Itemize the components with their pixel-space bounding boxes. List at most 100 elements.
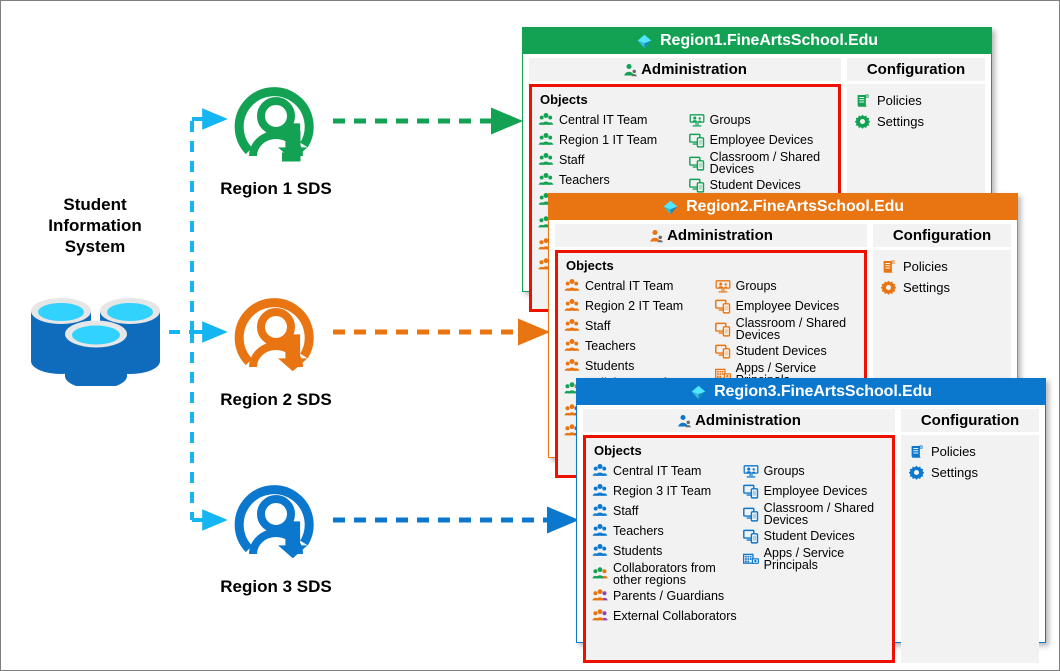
people-group-icon bbox=[538, 112, 554, 128]
object-list-item[interactable]: Central IT Team bbox=[538, 110, 683, 130]
object-list-item[interactable]: Students bbox=[592, 541, 737, 561]
objects-column-left: Central IT Team Region 3 IT Team Staff T… bbox=[592, 461, 737, 626]
object-list-item[interactable]: Student Devices bbox=[742, 526, 886, 546]
gear-icon bbox=[855, 114, 870, 129]
people-group-icon bbox=[564, 318, 580, 334]
sds-node-region-2[interactable]: Region 2 SDS bbox=[176, 284, 376, 410]
object-list-item[interactable]: Staff bbox=[592, 501, 737, 521]
object-list-item[interactable]: Staff bbox=[564, 316, 709, 336]
object-list-item[interactable]: Region 3 IT Team bbox=[592, 481, 737, 501]
administration-header-label: Administration bbox=[641, 61, 747, 78]
object-list-item[interactable]: Central IT Team bbox=[564, 276, 709, 296]
object-list-item[interactable]: Employee Devices bbox=[688, 130, 832, 150]
sds-sync-person-icon bbox=[176, 471, 376, 571]
policies-scroll-icon bbox=[881, 259, 896, 274]
sds-sync-person-icon bbox=[176, 73, 376, 173]
object-list-item[interactable]: Classroom / Shared Devices bbox=[742, 500, 886, 527]
panel-columns: Objects Central IT Team Reg bbox=[583, 435, 1039, 663]
people-group-icon bbox=[538, 132, 554, 148]
configuration-header-label: Configuration bbox=[920, 412, 1020, 429]
object-list-item[interactable]: Groups bbox=[743, 461, 886, 481]
object-list-item[interactable]: Collaborators from other regions bbox=[592, 561, 737, 586]
configuration-column-header: Configuration bbox=[873, 224, 1011, 247]
config-item[interactable]: Settings bbox=[881, 277, 1003, 298]
objects-label: Objects bbox=[594, 443, 642, 458]
configuration-column-header: Configuration bbox=[901, 409, 1039, 432]
object-list-item[interactable]: Region 1 IT Team bbox=[538, 130, 683, 150]
devices-icon bbox=[688, 177, 705, 193]
object-list-item-label: Staff bbox=[613, 504, 639, 518]
object-list-item-label: Teachers bbox=[585, 339, 636, 353]
object-list-item[interactable]: Classroom / Shared Devices bbox=[688, 150, 832, 175]
config-item-label: Policies bbox=[931, 444, 976, 459]
tenant-panel-title-bar: Region2.FineArtsSchool.Edu bbox=[549, 194, 1017, 220]
object-list-item[interactable]: Staff bbox=[538, 150, 683, 170]
configuration-column-header: Configuration bbox=[847, 58, 985, 81]
sds-node-region-3[interactable]: Region 3 SDS bbox=[176, 471, 376, 597]
object-list-item[interactable]: Groups bbox=[689, 110, 832, 130]
object-list-item[interactable]: Employee Devices bbox=[742, 481, 886, 501]
administration-column-header: Administration bbox=[529, 58, 841, 81]
config-item[interactable]: Settings bbox=[909, 462, 1031, 483]
apps-service-principals-icon bbox=[742, 551, 759, 567]
devices-icon bbox=[714, 298, 731, 314]
object-list-item[interactable]: Students bbox=[564, 356, 709, 376]
object-list-item[interactable]: Student Devices bbox=[688, 175, 832, 195]
object-list-item[interactable]: Teachers bbox=[564, 336, 709, 356]
tenant-panel-body: Administration Configuration Objects Cen… bbox=[577, 405, 1045, 663]
object-list-item[interactable]: Groups bbox=[715, 276, 858, 296]
people-group-icon bbox=[564, 358, 580, 374]
config-item-label: Policies bbox=[877, 93, 922, 108]
people-group-icon bbox=[538, 172, 554, 188]
sds-sync-person-icon bbox=[176, 284, 376, 384]
administration-column-header: Administration bbox=[583, 409, 895, 432]
tenant-panel-title-bar: Region1.FineArtsSchool.Edu bbox=[523, 28, 991, 54]
diagram-canvas: Student Information System Region 1 SDS … bbox=[0, 0, 1060, 671]
config-item[interactable]: Policies bbox=[881, 256, 1003, 277]
object-list-item[interactable]: Central IT Team bbox=[592, 461, 737, 481]
object-list-item[interactable]: Employee Devices bbox=[714, 296, 858, 316]
config-item[interactable]: Policies bbox=[855, 90, 977, 111]
devices-icon bbox=[742, 506, 759, 522]
object-list-item-label: Employee Devices bbox=[709, 133, 814, 147]
object-list-item[interactable]: Teachers bbox=[538, 170, 683, 190]
object-list-item[interactable]: External Collaborators bbox=[592, 606, 737, 626]
admin-person-icon bbox=[649, 228, 664, 243]
object-list-item-label: Region 3 IT Team bbox=[613, 484, 712, 498]
policies-scroll-icon bbox=[909, 444, 924, 459]
sds-node-region-1[interactable]: Region 1 SDS bbox=[176, 73, 376, 199]
object-list-item[interactable]: Student Devices bbox=[714, 341, 858, 361]
object-list-item[interactable]: Teachers bbox=[592, 521, 737, 541]
config-item[interactable]: Settings bbox=[855, 111, 977, 132]
people-group-icon bbox=[564, 338, 580, 354]
object-list-item-label: Student Devices bbox=[763, 529, 855, 543]
groups-icon bbox=[743, 463, 759, 479]
object-list-item[interactable]: Classroom / Shared Devices bbox=[714, 316, 858, 341]
object-list-item-label: Student Devices bbox=[735, 344, 827, 358]
sds-caption: Region 1 SDS bbox=[220, 179, 332, 198]
parents-icon bbox=[592, 588, 608, 604]
devices-icon bbox=[742, 528, 759, 544]
external-collaborators-icon bbox=[592, 608, 608, 624]
configuration-box: Policies Settings bbox=[901, 435, 1039, 663]
config-item[interactable]: Policies bbox=[909, 441, 1031, 462]
admin-person-icon bbox=[623, 62, 638, 77]
config-item-label: Settings bbox=[903, 280, 950, 295]
azure-ad-diamond-icon bbox=[690, 384, 707, 401]
object-list-item[interactable]: Region 2 IT Team bbox=[564, 296, 709, 316]
column-headers: Administration Configuration bbox=[529, 58, 985, 81]
object-list-item-label: Student Devices bbox=[709, 178, 801, 192]
object-list-item[interactable]: Apps / Service Principals bbox=[742, 546, 886, 571]
objects-grid: Central IT Team Region 3 IT Team Staff T… bbox=[592, 461, 886, 626]
people-group-icon bbox=[538, 152, 554, 168]
object-list-item[interactable]: Parents / Guardians bbox=[592, 586, 737, 606]
configuration-header-label: Configuration bbox=[866, 61, 966, 78]
object-list-item-label: Classroom / Shared Devices bbox=[763, 500, 875, 527]
object-list-item-label: Groups bbox=[763, 464, 805, 478]
tenant-panel[interactable]: Region3.FineArtsSchool.Edu Administratio… bbox=[576, 378, 1046, 663]
policies-scroll-icon bbox=[855, 93, 870, 108]
tenant-panel-title-text: Region1.FineArtsSchool.Edu bbox=[660, 32, 878, 49]
people-group-icon bbox=[564, 298, 580, 314]
config-item-label: Policies bbox=[903, 259, 948, 274]
object-list-item-label: Region 2 IT Team bbox=[585, 299, 684, 313]
